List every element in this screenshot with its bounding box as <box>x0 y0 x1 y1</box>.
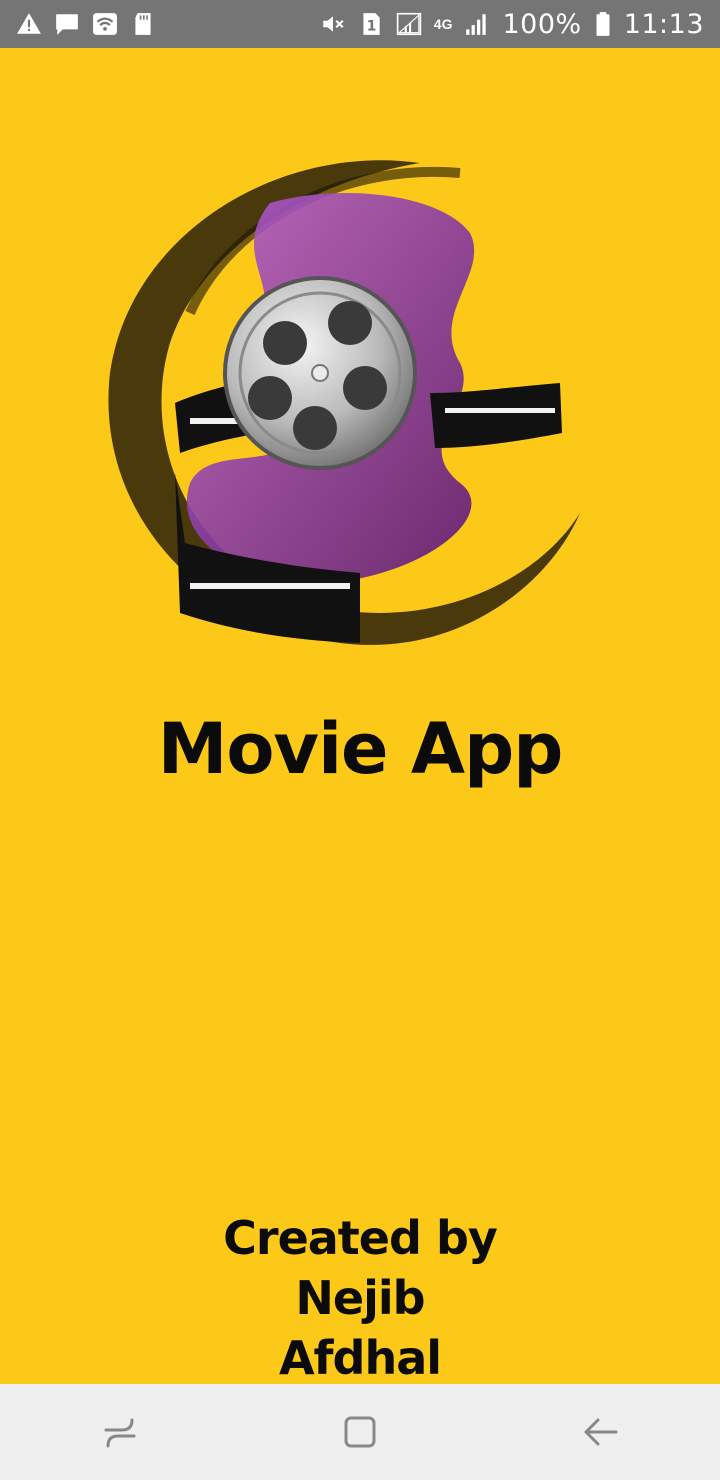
credit-line-2: Afdhal <box>278 1331 442 1385</box>
svg-text:1: 1 <box>366 19 376 35</box>
credit-line-1: Created by Nejib <box>223 1211 498 1325</box>
battery-icon <box>596 12 610 36</box>
sd-card-icon <box>135 13 151 35</box>
recent-apps-button[interactable] <box>90 1402 150 1462</box>
message-icon <box>56 14 78 35</box>
wifi-icon <box>93 13 117 35</box>
home-button[interactable] <box>330 1402 390 1462</box>
navigation-bar <box>0 1384 720 1480</box>
credit-text: Created by Nejib Afdhal <box>160 1208 560 1388</box>
splash-screen: Movie App Created by Nejib Afdhal <box>0 48 720 1385</box>
back-icon <box>584 1418 618 1446</box>
sim-icon: 1 <box>363 13 380 35</box>
recent-apps-icon <box>104 1418 136 1448</box>
home-icon <box>344 1416 376 1448</box>
status-right: 1 4G 100% 11:13 <box>320 9 704 40</box>
clock: 11:13 <box>623 8 704 40</box>
status-left <box>16 11 156 37</box>
back-button[interactable] <box>570 1402 630 1462</box>
signal-outline-icon <box>396 12 421 36</box>
mute-icon <box>323 16 344 32</box>
signal-icon <box>466 14 487 35</box>
app-title: Movie App <box>157 708 564 790</box>
film-reel-logo <box>108 160 581 645</box>
warning-icon <box>17 13 41 34</box>
battery-percent: 100% <box>502 8 582 40</box>
status-bar: 1 4G 100% 11:13 <box>0 0 720 48</box>
network-type-label: 4G <box>433 16 453 32</box>
